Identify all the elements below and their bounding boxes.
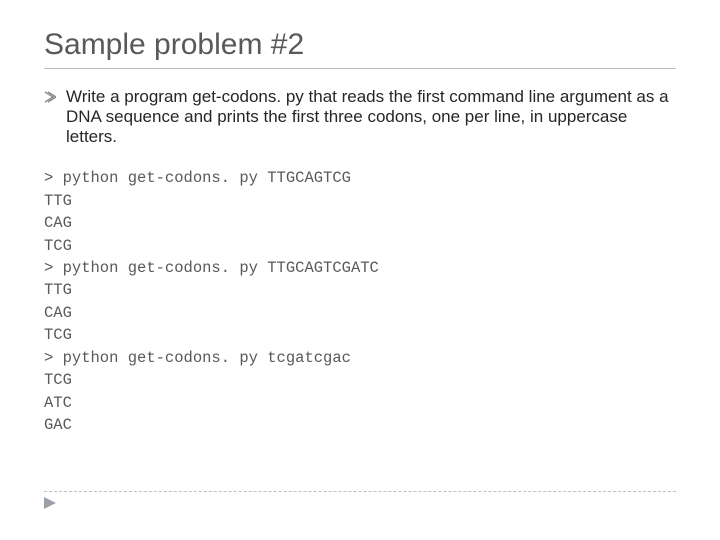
code-line: CAG bbox=[44, 214, 72, 232]
body-text: Write a program get-codons. py that read… bbox=[66, 87, 676, 147]
code-line: ATC bbox=[44, 394, 72, 412]
body-bullet: Write a program get-codons. py that read… bbox=[44, 87, 676, 147]
slide: Sample problem #2 Write a program get-co… bbox=[0, 0, 720, 540]
footer-arrow-icon bbox=[44, 496, 58, 514]
code-line: > python get-codons. py TTGCAGTCGATC bbox=[44, 259, 379, 277]
bullet-icon bbox=[44, 91, 56, 103]
code-line: > python get-codons. py TTGCAGTCG bbox=[44, 169, 351, 187]
code-line: TCG bbox=[44, 371, 72, 389]
code-line: TTG bbox=[44, 192, 72, 210]
code-line: > python get-codons. py tcgatcgac bbox=[44, 349, 351, 367]
slide-title: Sample problem #2 bbox=[44, 28, 676, 69]
code-line: GAC bbox=[44, 416, 72, 434]
code-line: TCG bbox=[44, 237, 72, 255]
code-line: TTG bbox=[44, 281, 72, 299]
footer-divider bbox=[44, 491, 676, 492]
code-line: TCG bbox=[44, 326, 72, 344]
code-line: CAG bbox=[44, 304, 72, 322]
code-block: > python get-codons. py TTGCAGTCG TTG CA… bbox=[44, 167, 676, 437]
